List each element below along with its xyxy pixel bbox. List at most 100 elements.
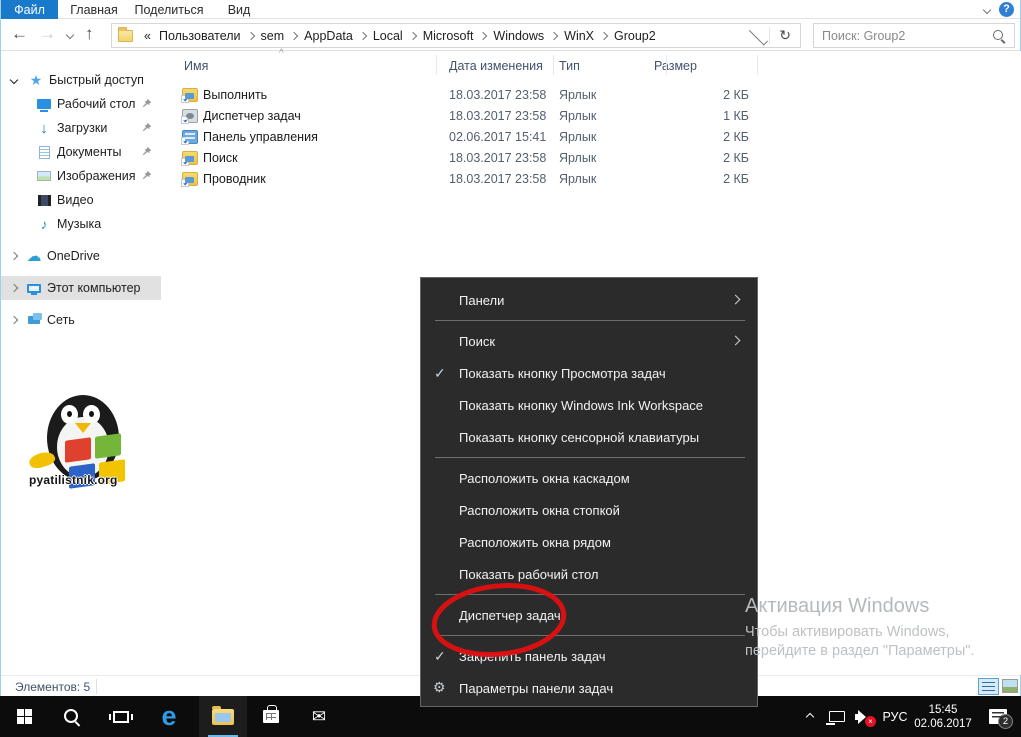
sidebar-item-documents[interactable]: Документы — [1, 140, 161, 164]
expand-chevron-icon[interactable] — [10, 252, 18, 260]
file-row[interactable]: Диспетчер задач 18.03.2017 23:58 Ярлык 1… — [161, 106, 781, 127]
column-header-date[interactable]: Дата изменения — [449, 55, 543, 77]
search-input[interactable]: Поиск: Group2 — [813, 23, 1015, 48]
menu-item-stack-windows[interactable]: Расположить окна стопкой — [421, 494, 757, 526]
sidebar-item-onedrive[interactable]: ☁ OneDrive — [1, 244, 161, 268]
expand-chevron-icon[interactable] — [10, 316, 18, 324]
tray-overflow-button[interactable] — [798, 696, 822, 737]
file-row[interactable]: Проводник 18.03.2017 23:58 Ярлык 2 КБ — [161, 169, 781, 190]
volume-muted-icon: × — [855, 710, 873, 724]
mail-icon: ✉ — [312, 707, 326, 727]
sidebar-item-network[interactable]: Сеть — [1, 308, 161, 332]
menu-item-label: Параметры панели задач — [459, 681, 613, 696]
search-icon[interactable] — [992, 29, 1006, 43]
sidebar-item-pictures[interactable]: Изображения — [1, 164, 161, 188]
volume-tray-button[interactable]: × — [850, 696, 878, 737]
refresh-icon[interactable]: ↻ — [769, 27, 800, 44]
file-row[interactable]: Панель управления 02.06.2017 15:41 Ярлык… — [161, 127, 781, 148]
mail-button[interactable]: ✉ — [295, 696, 343, 737]
column-divider[interactable] — [436, 55, 437, 75]
breadcrumb-item[interactable]: Local — [369, 29, 407, 43]
file-row[interactable]: Выполнить 18.03.2017 23:58 Ярлык 2 КБ — [161, 85, 781, 106]
column-divider[interactable] — [757, 55, 758, 75]
help-icon[interactable]: ? — [999, 2, 1014, 17]
sidebar-item-downloads[interactable]: ↓ Загрузки — [1, 116, 161, 140]
tab-home[interactable]: Главная — [61, 0, 127, 19]
file-date: 02.06.2017 15:41 — [449, 130, 546, 144]
breadcrumb-item[interactable]: Microsoft — [419, 29, 478, 43]
logo-text: pyatilistnik.org — [29, 473, 118, 487]
downloads-icon: ↓ — [35, 119, 53, 137]
submenu-arrow-icon — [731, 336, 741, 346]
breadcrumb-chevron-icon — [479, 31, 487, 39]
notification-badge: 2 — [998, 714, 1013, 729]
menu-item-label: Поиск — [459, 334, 495, 349]
start-button[interactable] — [0, 696, 48, 737]
tab-view[interactable]: Вид — [215, 0, 263, 19]
column-header-type[interactable]: Тип — [559, 55, 580, 77]
task-view-button[interactable] — [97, 696, 145, 737]
sidebar-item-this-pc[interactable]: Этот компьютер — [1, 276, 161, 300]
expand-chevron-icon[interactable] — [10, 76, 18, 84]
ribbon-expand-icon[interactable] — [983, 6, 991, 14]
clock[interactable]: 15:45 02.06.2017 — [912, 696, 974, 737]
menu-item-cascade-windows[interactable]: Расположить окна каскадом — [421, 462, 757, 494]
menu-item-show-touch-keyboard[interactable]: Показать кнопку сенсорной клавиатуры — [421, 421, 757, 453]
sidebar-item-desktop[interactable]: Рабочий стол — [1, 92, 161, 116]
menu-item-task-manager[interactable]: Диспетчер задач — [421, 599, 757, 631]
store-button[interactable] — [247, 696, 295, 737]
breadcrumb-item[interactable]: Group2 — [610, 29, 660, 43]
videos-icon — [35, 191, 53, 209]
sidebar-item-label: Быстрый доступ — [49, 73, 144, 87]
thumbnail-view-button[interactable] — [1002, 679, 1018, 693]
breadcrumb-item[interactable]: sem — [257, 29, 289, 43]
up-button[interactable]: ↑ — [85, 24, 94, 44]
sidebar-item-videos[interactable]: Видео — [1, 188, 161, 212]
breadcrumb-item[interactable]: WinX — [560, 29, 598, 43]
shortcut-icon — [182, 172, 198, 186]
forward-button[interactable]: → — [39, 24, 56, 44]
sidebar-item-quick-access[interactable]: ★ Быстрый доступ — [1, 68, 161, 92]
file-date: 18.03.2017 23:58 — [449, 109, 546, 123]
column-header-size[interactable]: Размер — [654, 55, 697, 77]
recent-locations-icon[interactable] — [66, 31, 74, 39]
breadcrumb-item[interactable]: AppData — [300, 29, 357, 43]
menu-separator — [435, 594, 745, 595]
menu-item-show-desktop[interactable]: Показать рабочий стол — [421, 558, 757, 590]
address-dropdown-icon[interactable] — [749, 26, 768, 45]
menu-item-show-ink-workspace[interactable]: Показать кнопку Windows Ink Workspace — [421, 389, 757, 421]
sidebar-item-music[interactable]: ♪ Музыка — [1, 212, 161, 236]
breadcrumb-item[interactable]: Пользователи — [155, 29, 245, 43]
file-explorer-button[interactable] — [199, 696, 247, 737]
tab-file[interactable]: Файл — [1, 0, 58, 19]
menu-item-taskbar-settings[interactable]: ⚙ Параметры панели задач — [421, 672, 757, 704]
network-icon — [829, 711, 845, 722]
action-center-button[interactable]: 2 — [978, 696, 1018, 737]
file-size: 2 КБ — [631, 172, 749, 186]
column-divider[interactable] — [666, 55, 667, 75]
menu-item-search[interactable]: Поиск — [421, 325, 757, 357]
expand-chevron-icon[interactable] — [10, 284, 18, 292]
menu-item-label: Панели — [459, 293, 504, 308]
sidebar-item-label: OneDrive — [47, 249, 100, 263]
column-header-name[interactable]: Имя — [184, 55, 208, 77]
breadcrumb-chevron-icon — [246, 31, 254, 39]
network-tray-button[interactable] — [824, 696, 850, 737]
breadcrumb-chevron-icon — [550, 31, 558, 39]
tab-share[interactable]: Поделиться — [129, 0, 209, 19]
menu-item-show-task-view[interactable]: ✓ Показать кнопку Просмотра задач — [421, 357, 757, 389]
file-row[interactable]: Поиск 18.03.2017 23:58 Ярлык 2 КБ — [161, 148, 781, 169]
column-divider[interactable] — [553, 55, 554, 75]
address-bar[interactable]: « Пользователи sem AppData Local Microso… — [111, 23, 801, 48]
details-view-button[interactable] — [978, 678, 999, 695]
sidebar-item-label: Загрузки — [57, 121, 107, 135]
menu-item-lock-taskbar[interactable]: ✓ Закрепить панель задач — [421, 640, 757, 672]
language-indicator[interactable]: РУС — [878, 696, 912, 737]
breadcrumb-item[interactable]: Windows — [489, 29, 548, 43]
back-button[interactable]: ← — [11, 24, 28, 44]
folder-icon — [118, 30, 133, 42]
edge-button[interactable]: e — [145, 696, 193, 737]
menu-item-side-by-side[interactable]: Расположить окна рядом — [421, 526, 757, 558]
menu-item-toolbars[interactable]: Панели — [421, 284, 757, 316]
taskbar-search-button[interactable] — [48, 696, 96, 737]
